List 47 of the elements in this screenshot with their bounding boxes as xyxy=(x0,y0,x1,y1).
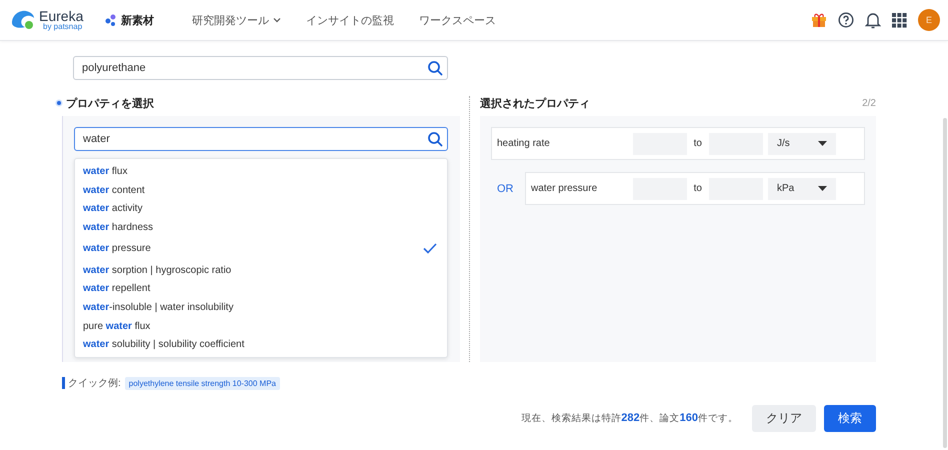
nav-tab[interactable]: ワークスペース xyxy=(419,12,496,28)
help-icon[interactable] xyxy=(838,12,854,28)
suggestion-item[interactable]: water content xyxy=(75,180,447,200)
search-field[interactable]: polyurethane xyxy=(73,56,448,80)
brand-tagline: by patsnap xyxy=(43,23,84,31)
bell-icon[interactable] xyxy=(865,12,881,28)
search-icon[interactable] xyxy=(427,60,443,76)
property-search-field[interactable]: water xyxy=(74,127,448,151)
property-name: heating rate xyxy=(497,138,551,149)
apps-grid-icon[interactable] xyxy=(892,12,907,28)
range-separator: to xyxy=(694,183,702,194)
quick-example-label: クイック例: xyxy=(68,377,121,390)
nav-tab[interactable]: インサイトの監視 xyxy=(306,12,394,28)
suggestion-item[interactable]: water activity xyxy=(75,199,447,218)
suggestion-item[interactable]: water-insoluble | water insolubility xyxy=(75,298,447,317)
search-icon[interactable] xyxy=(427,131,443,147)
result-summary: 現在、検索結果は特許282件、論文160件です。 xyxy=(521,412,738,425)
dropdown-arrow-icon xyxy=(818,186,827,191)
connector-label: OR xyxy=(496,182,514,194)
section-title: 選択されたプロパティ xyxy=(480,96,590,110)
suggestion-item[interactable]: water flux xyxy=(75,162,447,181)
search-button[interactable]: 検索 xyxy=(824,405,876,432)
suggestion-item[interactable]: water hardness xyxy=(75,218,447,237)
unit-dropdown[interactable]: J/s xyxy=(768,132,836,154)
dropdown-arrow-icon xyxy=(818,141,827,146)
selection-count: 2/2 xyxy=(862,98,876,108)
scrollbar[interactable] xyxy=(943,118,947,448)
check-icon xyxy=(423,243,437,254)
suggestion-item[interactable]: pure water flux xyxy=(75,316,447,336)
clear-button[interactable]: クリア xyxy=(752,405,816,432)
suggestion-item[interactable]: water repellent xyxy=(75,279,447,298)
gift-icon[interactable] xyxy=(811,12,827,28)
range-separator: to xyxy=(694,138,702,149)
example-tag[interactable]: polyethylene tensile strength 10-300 MPa xyxy=(124,376,280,390)
nav-tab[interactable]: 研究開発ツール xyxy=(192,12,281,28)
logo-icon xyxy=(10,9,36,31)
dots-icon xyxy=(105,14,117,26)
nav-tab[interactable]: 新素材 xyxy=(105,12,154,28)
chevron-icon xyxy=(273,17,281,23)
suggestion-item[interactable]: water solubility | solubility coefficient xyxy=(75,336,447,354)
radio-dot-icon xyxy=(55,99,63,107)
property-name: water pressure xyxy=(531,183,598,194)
brand-name: Eureka xyxy=(39,9,84,23)
suggestion-item[interactable]: water sorption | hygroscopic ratio xyxy=(75,260,447,280)
suggestion-item[interactable]: water pressure xyxy=(75,236,447,261)
unit-dropdown[interactable]: kPa xyxy=(768,178,836,200)
section-title: プロパティを選択 xyxy=(66,96,154,110)
